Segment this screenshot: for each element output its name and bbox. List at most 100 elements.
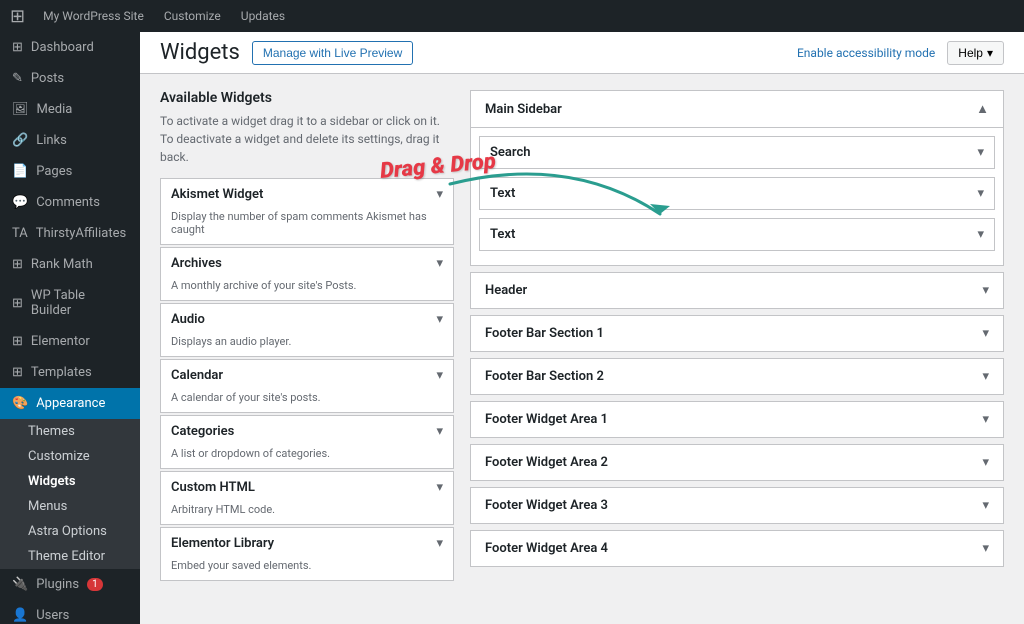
widget-area-footer-widget-2: Footer Widget Area 2 ▾: [470, 444, 1004, 481]
widget-calendar: Calendar ▾ A calendar of your site's pos…: [160, 359, 454, 413]
header-area-name: Header: [485, 283, 527, 298]
links-icon: 🔗: [12, 133, 28, 148]
topbar-updates[interactable]: Updates: [231, 9, 295, 23]
widget-area-footer-widget-3-header[interactable]: Footer Widget Area 3 ▾: [471, 488, 1003, 523]
widget-area-footer-bar-2-header[interactable]: Footer Bar Section 2 ▾: [471, 359, 1003, 394]
page-header: Widgets Manage with Live Preview Enable …: [140, 32, 1024, 74]
help-label: Help: [958, 46, 983, 60]
app-wrapper: ⊞ My WordPress Site Customize Updates ⊞ …: [0, 0, 1024, 624]
audio-dropdown-icon: ▾: [436, 312, 443, 327]
widget-akismet-header[interactable]: Akismet Widget ▾: [161, 179, 453, 210]
content-area: Available Widgets To activate a widget d…: [140, 74, 1024, 624]
footer-bar-2-name: Footer Bar Section 2: [485, 369, 604, 384]
widget-custom-html: Custom HTML ▾ Arbitrary HTML code.: [160, 471, 454, 525]
sidebar-item-users[interactable]: 👤 Users: [0, 600, 140, 624]
sidebar-item-dashboard[interactable]: ⊞ Dashboard: [0, 32, 140, 63]
widget-audio-header[interactable]: Audio ▾: [161, 304, 453, 335]
main-sidebar-arrow-icon: ▲: [976, 101, 989, 117]
wptable-icon: ⊞: [12, 296, 23, 311]
widget-calendar-name: Calendar: [171, 368, 223, 383]
widget-categories-header[interactable]: Categories ▾: [161, 416, 453, 447]
widget-area-footer-widget-1: Footer Widget Area 1 ▾: [470, 401, 1004, 438]
calendar-dropdown-icon: ▾: [436, 368, 443, 383]
topbar-site[interactable]: My WordPress Site: [33, 9, 154, 23]
appearance-submenu: Themes Customize Widgets Menus Astra Opt…: [0, 419, 140, 569]
widget-elementor-library-header[interactable]: Elementor Library ▾: [161, 528, 453, 559]
help-button[interactable]: Help ▾: [947, 41, 1004, 65]
thirsty-icon: TA: [12, 226, 28, 241]
slot-text1-arrow-icon: ▾: [977, 186, 984, 201]
sidebar-item-elementor[interactable]: ⊞ Elementor: [0, 326, 140, 357]
widget-audio-desc: Displays an audio player.: [161, 335, 453, 356]
footer-widget-1-name: Footer Widget Area 1: [485, 412, 608, 427]
sidebar-item-links[interactable]: 🔗 Links: [0, 125, 140, 156]
footer-widget-2-name: Footer Widget Area 2: [485, 455, 608, 470]
widget-area-footer-widget-1-header[interactable]: Footer Widget Area 1 ▾: [471, 402, 1003, 437]
sidebar-item-posts[interactable]: ✎ Posts: [0, 63, 140, 94]
widget-custom-html-header[interactable]: Custom HTML ▾: [161, 472, 453, 503]
widget-calendar-desc: A calendar of your site's posts.: [161, 391, 453, 412]
submenu-menus[interactable]: Menus: [0, 494, 140, 519]
sidebar-item-plugins[interactable]: 🔌 Plugins 1: [0, 569, 140, 600]
footer-widget-2-arrow-icon: ▾: [982, 455, 989, 470]
slot-search-arrow-icon: ▾: [977, 145, 984, 160]
elementor-library-dropdown-icon: ▾: [436, 536, 443, 551]
rankmath-icon: ⊞: [12, 257, 23, 272]
widget-slot-search: Search ▾: [479, 136, 995, 169]
sidebar-item-appearance[interactable]: 🎨 Appearance ➤: [0, 388, 140, 419]
widget-area-footer-widget-4-header[interactable]: Footer Widget Area 4 ▾: [471, 531, 1003, 566]
sidebar-item-templates[interactable]: ⊞ Templates: [0, 357, 140, 388]
submenu-customize[interactable]: Customize: [0, 444, 140, 469]
submenu-theme-editor[interactable]: Theme Editor: [0, 544, 140, 569]
widget-area-footer-bar-1-header[interactable]: Footer Bar Section 1 ▾: [471, 316, 1003, 351]
widget-area-main-sidebar-header[interactable]: Main Sidebar ▲: [471, 91, 1003, 128]
custom-html-dropdown-icon: ▾: [436, 480, 443, 495]
accessibility-link[interactable]: Enable accessibility mode: [797, 46, 935, 60]
users-icon: 👤: [12, 608, 28, 623]
sidebar-item-rankmath[interactable]: ⊞ Rank Math: [0, 249, 140, 280]
sidebar-item-comments[interactable]: 💬 Comments: [0, 187, 140, 218]
widget-slot-text-1: Text ▾: [479, 177, 995, 210]
page-header-right: Enable accessibility mode Help ▾: [797, 41, 1004, 65]
footer-widget-4-arrow-icon: ▾: [982, 541, 989, 556]
widget-archives-desc: A monthly archive of your site's Posts.: [161, 279, 453, 300]
widget-area-footer-bar-1: Footer Bar Section 1 ▾: [470, 315, 1004, 352]
main-sidebar-name: Main Sidebar: [485, 102, 562, 117]
widget-elementor-library-name: Elementor Library: [171, 536, 274, 551]
archives-dropdown-icon: ▾: [436, 256, 443, 271]
widget-categories-name: Categories: [171, 424, 234, 439]
widget-custom-html-name: Custom HTML: [171, 480, 255, 495]
sidebar-item-media[interactable]: 🖼 Media: [0, 94, 140, 125]
footer-widget-3-name: Footer Widget Area 3: [485, 498, 608, 513]
sidebar-item-wptablebuilder[interactable]: ⊞ WP Table Builder: [0, 280, 140, 326]
widget-audio-name: Audio: [171, 312, 205, 327]
widget-area-footer-widget-4: Footer Widget Area 4 ▾: [470, 530, 1004, 567]
plugins-icon: 🔌: [12, 577, 28, 592]
widget-calendar-header[interactable]: Calendar ▾: [161, 360, 453, 391]
media-icon: 🖼: [12, 102, 29, 117]
slot-text2-arrow-icon: ▾: [977, 227, 984, 242]
footer-bar-2-arrow-icon: ▾: [982, 369, 989, 384]
submenu-themes[interactable]: Themes: [0, 419, 140, 444]
sidebar-item-pages[interactable]: 📄 Pages: [0, 156, 140, 187]
widget-area-footer-widget-3: Footer Widget Area 3 ▾: [470, 487, 1004, 524]
widget-elementor-library-desc: Embed your saved elements.: [161, 559, 453, 580]
widget-area-footer-bar-2: Footer Bar Section 2 ▾: [470, 358, 1004, 395]
slot-text2-name: Text: [490, 227, 515, 242]
widget-archives-header[interactable]: Archives ▾: [161, 248, 453, 279]
widget-akismet: Akismet Widget ▾ Display the number of s…: [160, 178, 454, 245]
manage-live-preview-button[interactable]: Manage with Live Preview: [252, 41, 413, 65]
submenu-astra[interactable]: Astra Options: [0, 519, 140, 544]
page-header-left: Widgets Manage with Live Preview: [160, 40, 413, 65]
submenu-widgets[interactable]: Widgets: [0, 469, 140, 494]
comments-icon: 💬: [12, 195, 28, 210]
sidebar-item-thirstyaffiliates[interactable]: TA ThirstyAffiliates: [0, 218, 140, 249]
widget-categories: Categories ▾ A list or dropdown of categ…: [160, 415, 454, 469]
appearance-icon: 🎨: [12, 396, 28, 411]
topbar-customize[interactable]: Customize: [154, 9, 231, 23]
top-admin-bar: ⊞ My WordPress Site Customize Updates: [0, 0, 1024, 32]
widget-area-footer-widget-2-header[interactable]: Footer Widget Area 2 ▾: [471, 445, 1003, 480]
available-widgets-desc: To activate a widget drag it to a sideba…: [160, 112, 454, 166]
widget-area-header-header[interactable]: Header ▾: [471, 273, 1003, 308]
header-area-arrow-icon: ▾: [982, 283, 989, 298]
